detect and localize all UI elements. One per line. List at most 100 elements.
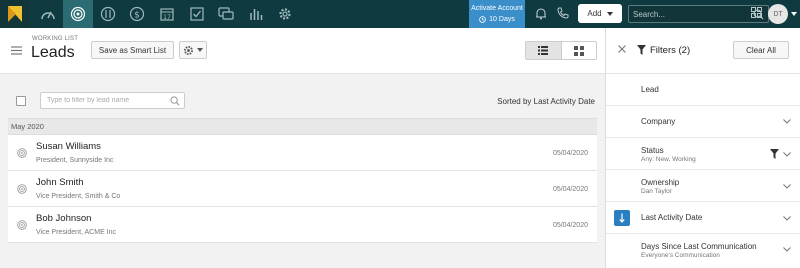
filter-value: Dan Taylor [641,188,672,195]
filter-value: Any: New, Working [641,156,696,163]
checkbox-icon [190,7,204,21]
chevron-down-icon [783,184,791,189]
filter-days-since-communication[interactable]: Days Since Last Communication Everyone's… [606,234,800,268]
activate-account-button[interactable]: Activate Account 10 Days [469,0,525,28]
filter-label: Last Activity Date [641,213,703,222]
target-icon [17,220,27,230]
gear-icon [279,8,291,20]
sort-label[interactable]: Sorted by Last Activity Date [497,97,595,106]
target-icon [17,148,27,158]
nav-leads[interactable] [63,0,93,28]
lead-date: 05/04/2020 [552,150,588,157]
dollar-icon: $ [129,6,145,22]
lead-name-filter-input[interactable] [47,94,167,107]
lead-name[interactable]: John Smith [36,177,84,188]
avatar-initials: DT [773,10,783,18]
lead-subtitle: President, Sunnyside Inc [36,157,114,164]
filter-label: Lead [641,85,659,94]
lead-date: 05/04/2020 [552,222,588,229]
funnel-icon [770,149,779,159]
filter-label: Status [641,146,664,155]
lead-date: 05/04/2020 [552,186,588,193]
filter-value: Everyone's Communication [641,252,720,259]
svg-text:17: 17 [163,14,171,21]
lead-name[interactable]: Susan Williams [36,141,101,152]
add-button-label: Add [587,9,602,18]
nav-opportunities[interactable]: $ [122,0,152,28]
nav-reports[interactable] [241,0,271,28]
nav-settings[interactable] [270,0,300,28]
trial-days-label: 10 Days [489,16,515,23]
table-row[interactable]: Susan Williams President, Sunnyside Inc … [8,135,597,171]
lead-list-area: Sorted by Last Activity Date May 2020 Su… [0,74,605,268]
clear-all-button[interactable]: Clear All [733,41,789,59]
page-header: WORKING LIST Leads Save as Smart List [0,28,605,74]
caret-down-icon [606,11,613,16]
nav-conversations[interactable] [211,0,241,28]
app-logo[interactable] [0,0,30,28]
bar-chart-icon [250,9,263,20]
global-search-input[interactable] [633,7,743,21]
filters-panel: Filters (2) Clear All Lead Company Statu… [605,28,800,268]
list-view-icon [538,46,549,55]
lead-name[interactable]: Bob Johnson [36,213,91,224]
lead-rows: Susan Williams President, Sunnyside Inc … [8,135,597,243]
user-avatar[interactable]: DT [768,4,788,24]
phone-icon[interactable] [557,7,569,19]
filter-company[interactable]: Company [606,106,800,138]
nav-calendar[interactable]: 17 [152,0,182,28]
user-menu-caret-icon[interactable] [791,12,797,16]
grid-view-button[interactable] [562,42,597,59]
add-button[interactable]: Add [578,4,622,23]
filter-label: Days Since Last Communication [641,242,757,251]
page-title: Leads [31,44,75,61]
group-header: May 2020 [8,118,597,135]
trial-days: 10 Days [479,15,515,24]
funnel-icon [637,45,646,55]
speedometer-icon [41,11,55,20]
chevron-down-icon [783,216,791,221]
save-smart-list-button[interactable]: Save as Smart List [91,41,174,59]
grid-view-icon [573,45,584,56]
list-view-button[interactable] [526,42,562,59]
filters-title: Filters (2) [650,45,691,56]
clock-icon [479,16,486,23]
logo-icon [8,6,22,22]
global-search[interactable] [628,5,769,23]
table-row[interactable]: John Smith Vice President, Smith & Co 05… [8,171,597,207]
list-settings-button[interactable] [179,41,207,59]
calendar-icon: 17 [160,8,174,21]
view-toggle [525,41,597,60]
caret-down-icon [197,48,203,52]
filters-header: Filters (2) Clear All [606,28,800,74]
chat-icon [218,7,234,20]
chevron-down-icon [783,152,791,157]
filter-status[interactable]: Status Any: New, Working [606,138,800,170]
apps-grid-icon[interactable] [751,7,762,18]
filter-label: Ownership [641,178,680,187]
filter-last-activity-date[interactable]: Last Activity Date [606,202,800,234]
filter-ownership[interactable]: Ownership Dan Taylor [606,170,800,202]
working-list-label: WORKING LIST [32,36,79,42]
save-smart-list-label: Save as Smart List [98,45,167,55]
target-icon [70,6,86,22]
sort-descending-badge[interactable] [614,210,630,226]
contacts-icon [100,6,116,22]
nav-dashboard[interactable] [33,0,63,28]
list-toolbar: Sorted by Last Activity Date [0,74,605,118]
chevron-down-icon [783,247,791,252]
bell-icon[interactable] [535,7,547,20]
hamburger-menu-icon[interactable] [11,46,22,55]
lead-name-filter[interactable] [40,92,185,109]
select-all-checkbox[interactable] [16,96,26,106]
top-nav-bar: $ 17 Activate Account 10 Days Add DT [0,0,800,28]
arrow-down-icon [619,213,625,223]
nav-contacts[interactable] [93,0,123,28]
lead-subtitle: Vice President, Smith & Co [36,193,121,200]
gear-icon [184,45,193,55]
close-icon[interactable] [618,45,626,53]
filter-lead[interactable]: Lead [606,74,800,106]
search-icon [170,96,180,106]
nav-tasks[interactable] [182,0,212,28]
table-row[interactable]: Bob Johnson Vice President, ACME Inc 05/… [8,207,597,243]
